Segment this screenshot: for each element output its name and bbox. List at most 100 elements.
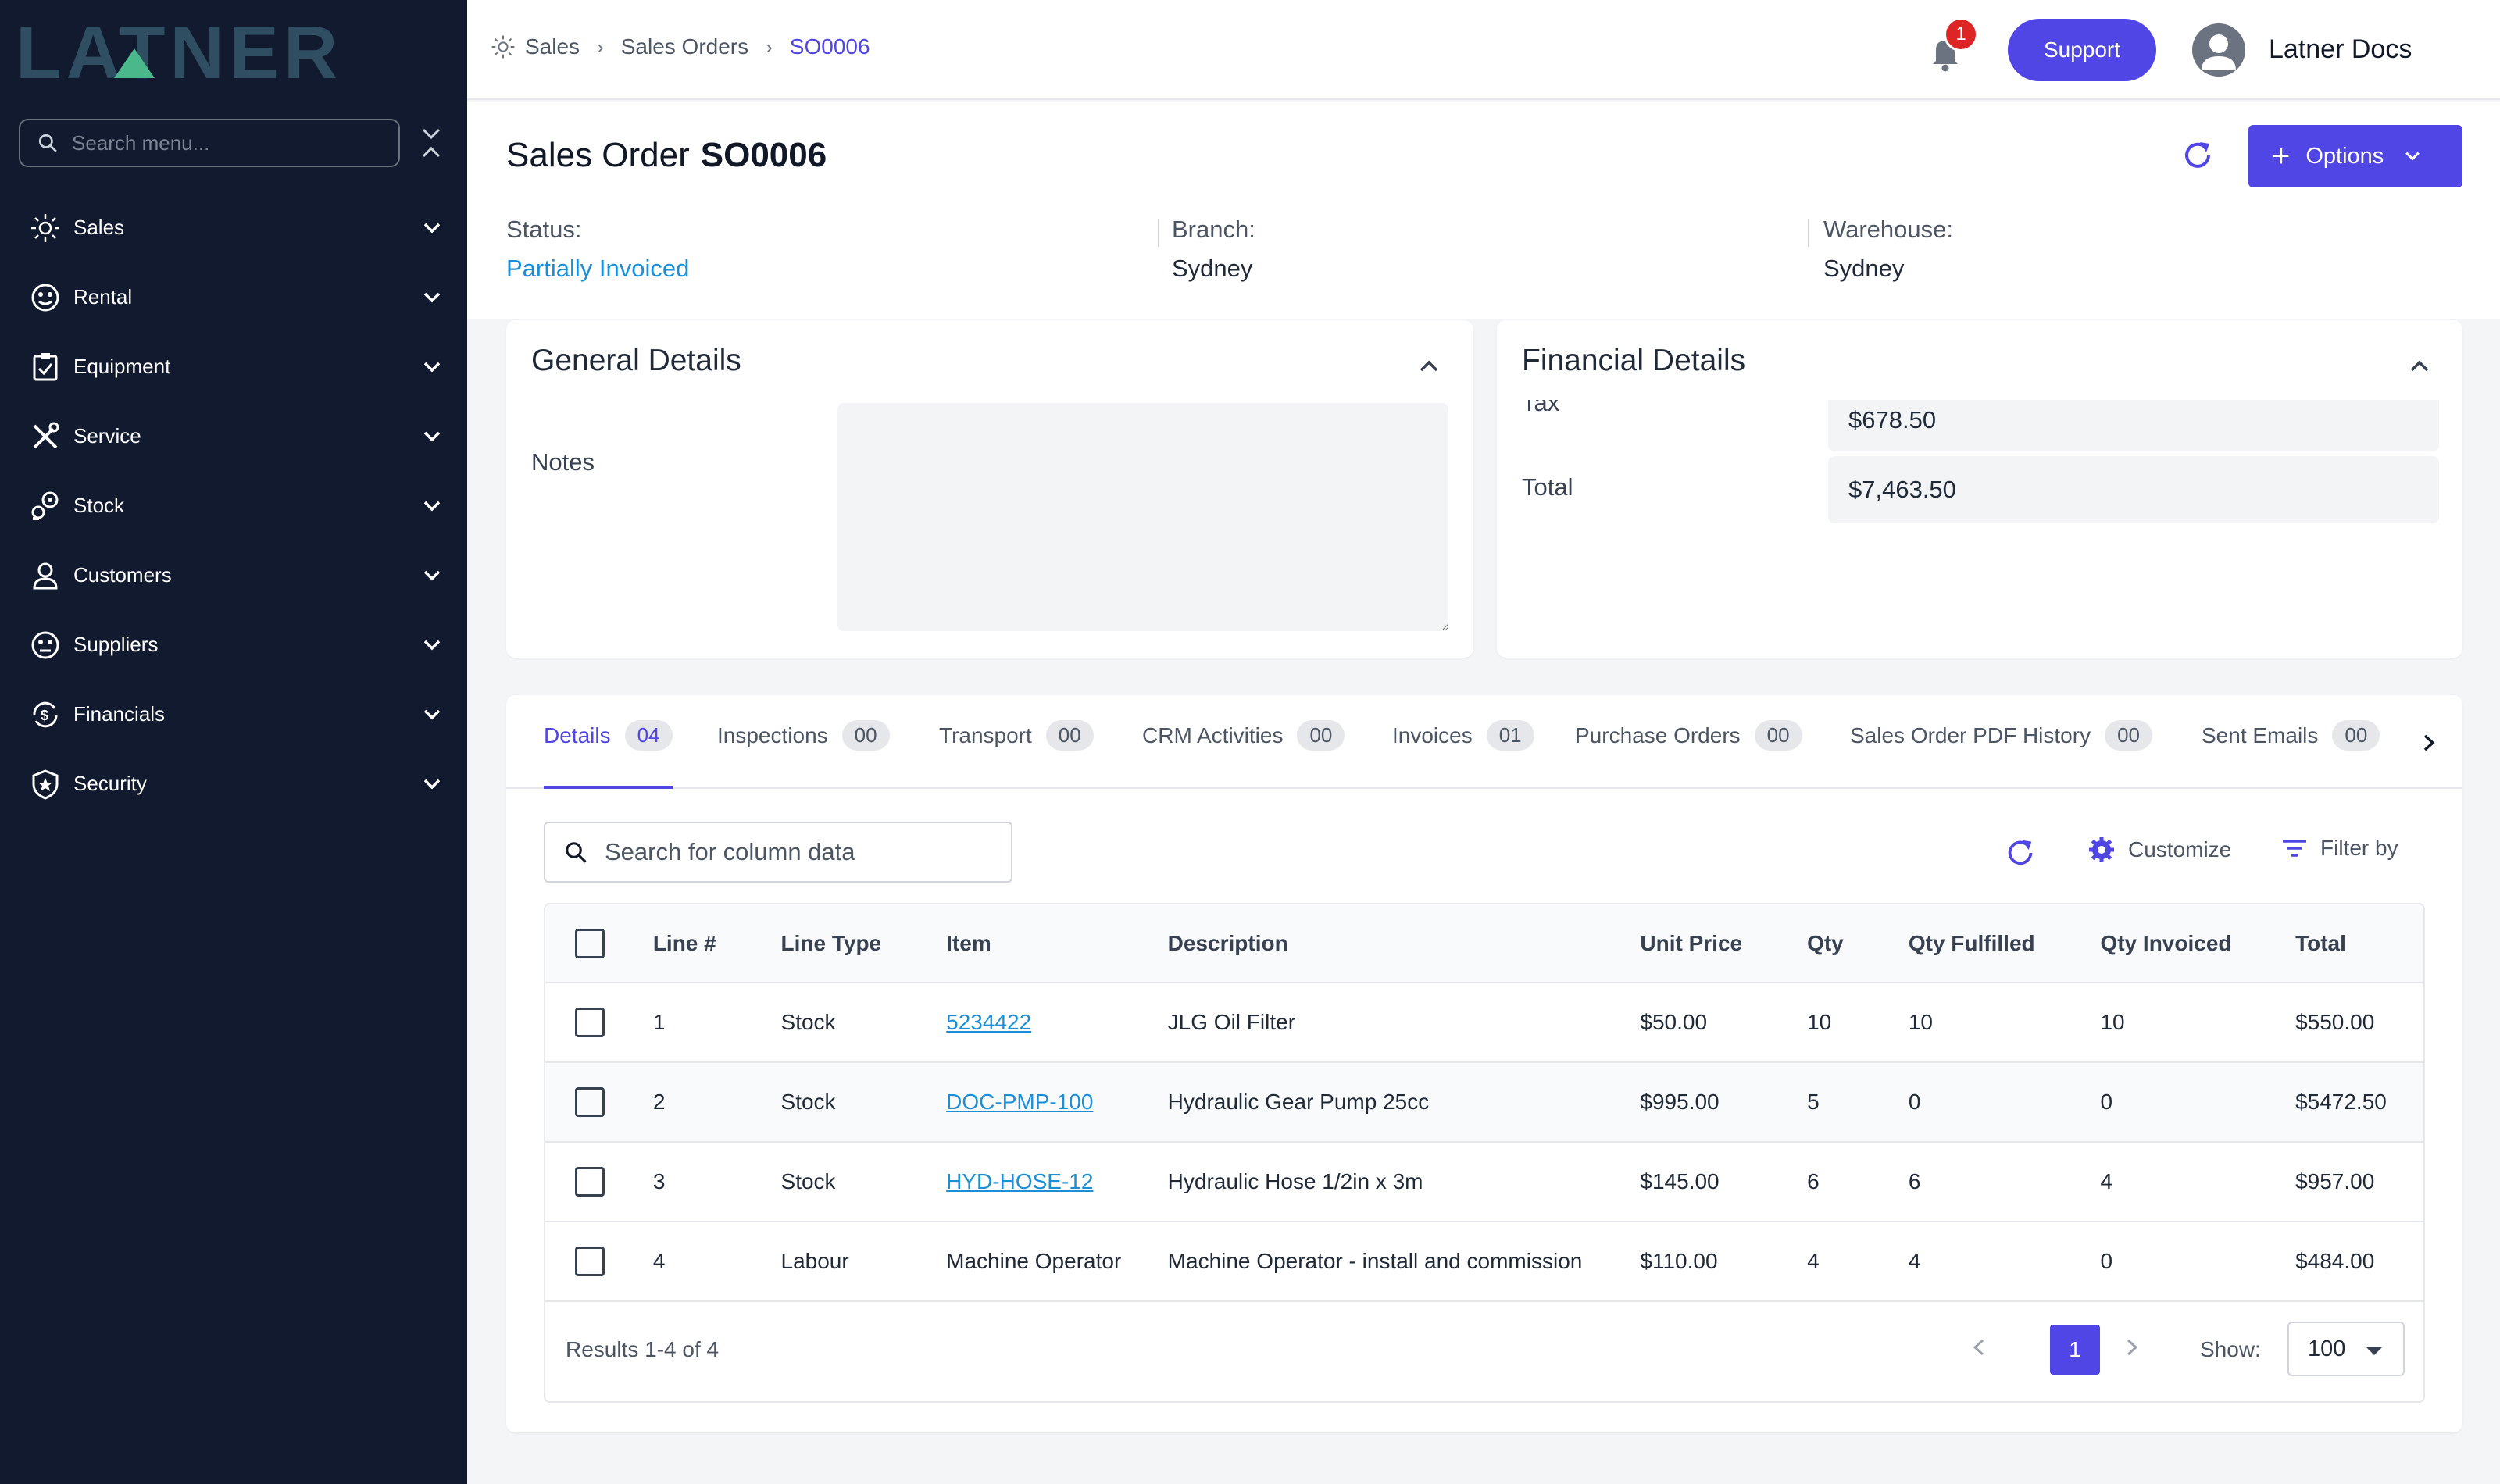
chevron-down-icon[interactable] — [420, 633, 444, 657]
sidebar-item-security[interactable]: Security — [0, 749, 467, 819]
item-link[interactable]: DOC-PMP-100 — [946, 1090, 1093, 1114]
options-button[interactable]: + Options — [2248, 125, 2462, 187]
sidebar-item-rental[interactable]: Rental — [0, 262, 467, 332]
chevron-right-icon: › — [766, 34, 773, 59]
column-header[interactable]: Line Type — [780, 904, 947, 983]
row-checkbox[interactable] — [575, 1008, 605, 1037]
table-row[interactable]: 3 Stock HYD-HOSE-12 Hydraulic Hose 1/2in… — [545, 1142, 2423, 1222]
refresh-icon[interactable] — [2180, 137, 2216, 173]
filter-button[interactable]: Filter by — [2281, 836, 2398, 861]
menu-search-box — [19, 119, 400, 167]
chevron-down-icon[interactable] — [420, 494, 444, 518]
warehouse-field: Warehouse: Sydney — [1823, 216, 1953, 283]
financial-details-panel: Tax $678.50 Financial Details Total $7,4… — [1497, 320, 2462, 658]
tab-transport[interactable]: Transport 00 — [939, 720, 1094, 789]
menu-search-input[interactable] — [72, 130, 369, 155]
tab-sales-order-pdf-history[interactable]: Sales Order PDF History 00 — [1850, 720, 2152, 789]
breadcrumb-sales-orders[interactable]: Sales Orders — [621, 34, 748, 59]
user-name[interactable]: Latner Docs — [2269, 34, 2412, 65]
logo-text: LATNER — [16, 16, 342, 86]
row-checkbox[interactable] — [575, 1247, 605, 1276]
tab-purchase-orders[interactable]: Purchase Orders 00 — [1575, 720, 1802, 789]
sidebar-item-sales[interactable]: Sales — [0, 193, 467, 262]
cell-qty-fulfilled: 6 — [1908, 1142, 2101, 1222]
row-checkbox[interactable] — [575, 1087, 605, 1117]
column-header[interactable]: Qty Invoiced — [2100, 904, 2296, 983]
cell-total: $957.00 — [2295, 1142, 2423, 1222]
cell-line: 2 — [652, 1062, 781, 1143]
cell-qty: 10 — [1807, 983, 1909, 1063]
avatar[interactable] — [2192, 23, 2245, 77]
collapse-arrows-icon[interactable] — [417, 125, 445, 161]
rental-icon — [28, 280, 62, 315]
column-header[interactable]: Total — [2295, 904, 2423, 983]
cell-type: Labour — [780, 1222, 947, 1302]
cell-qty-invoiced: 10 — [2100, 983, 2296, 1063]
tab-count: 00 — [1045, 720, 1094, 751]
column-header[interactable]: Qty Fulfilled — [1908, 904, 2101, 983]
column-header[interactable]: Description — [1167, 904, 1641, 983]
cell-line: 4 — [652, 1222, 781, 1302]
notes-textarea[interactable] — [838, 403, 1448, 631]
select-all-checkbox[interactable] — [575, 928, 605, 958]
tab-invoices[interactable]: Invoices 01 — [1392, 720, 1534, 789]
caret-down-icon — [2366, 1347, 2383, 1355]
tab-sent-emails[interactable]: Sent Emails 00 — [2202, 720, 2380, 789]
table-header-row: Line # Line Type Item Description Unit P… — [545, 904, 2423, 983]
column-header[interactable]: Unit Price — [1640, 904, 1808, 983]
chevron-down-icon[interactable] — [420, 286, 444, 309]
refresh-icon[interactable] — [2003, 836, 2038, 870]
page-size-select[interactable]: 100 — [2288, 1322, 2405, 1376]
results-count: Results 1-4 of 4 — [566, 1337, 720, 1361]
tab-count: 00 — [1297, 720, 1345, 751]
chevron-up-icon[interactable] — [1416, 353, 1442, 380]
column-header[interactable]: Line # — [652, 904, 781, 983]
support-button[interactable]: Support — [2008, 19, 2156, 81]
chevron-down-icon[interactable] — [420, 425, 444, 448]
table-row[interactable]: 1 Stock 5234422 JLG Oil Filter $50.00 10… — [545, 983, 2423, 1063]
latner-logo[interactable]: LATNER — [16, 16, 438, 86]
chevron-right-icon[interactable] — [2120, 1334, 2144, 1361]
chevron-left-icon[interactable] — [1967, 1334, 1991, 1361]
sidebar-item-financials[interactable]: $ Financials — [0, 680, 467, 749]
item-link[interactable]: HYD-HOSE-12 — [946, 1169, 1093, 1193]
tab-label: Inspections — [717, 723, 828, 747]
shield-icon — [28, 767, 62, 801]
chevron-down-icon[interactable] — [420, 703, 444, 726]
tab-count: 00 — [1754, 720, 1802, 751]
row-checkbox[interactable] — [575, 1167, 605, 1197]
cell-total: $484.00 — [2295, 1222, 2423, 1302]
notes-label: Notes — [531, 448, 595, 476]
tab-details[interactable]: Details 04 — [544, 720, 673, 789]
chevron-down-icon[interactable] — [420, 564, 444, 587]
chevron-down-icon[interactable] — [420, 355, 444, 379]
sidebar-item-service[interactable]: Service — [0, 401, 467, 471]
item-link[interactable]: 5234422 — [946, 1010, 1031, 1034]
chevron-down-icon[interactable] — [420, 772, 444, 796]
column-header[interactable]: Item — [946, 904, 1168, 983]
tab-inspections[interactable]: Inspections 00 — [717, 720, 890, 789]
tab-bar: Details 04 Inspections 00 Transport 00 CRM … — [506, 695, 2462, 789]
chevron-right-icon[interactable] — [2417, 730, 2441, 756]
column-header[interactable]: Qty — [1807, 904, 1909, 983]
sidebar-item-suppliers[interactable]: Suppliers — [0, 610, 467, 680]
warehouse-value: Sydney — [1823, 255, 1905, 282]
order-header: Sales Order SO0006 + Options Status: Part… — [467, 102, 2500, 319]
cell-item: Machine Operator — [946, 1222, 1168, 1302]
status-label: Status: — [506, 216, 582, 243]
breadcrumb-sales[interactable]: Sales — [525, 34, 580, 59]
page-button[interactable]: 1 — [2050, 1325, 2100, 1375]
tab-crm-activities[interactable]: CRM Activities 00 — [1142, 720, 1345, 789]
table-row[interactable]: 4 Labour Machine Operator Machine Operat… — [545, 1222, 2423, 1302]
chevron-down-icon[interactable] — [420, 216, 444, 240]
table-row[interactable]: 2 Stock DOC-PMP-100 Hydraulic Gear Pump … — [545, 1062, 2423, 1143]
sidebar-item-stock[interactable]: Stock — [0, 471, 467, 540]
customize-button[interactable]: Customize — [2088, 836, 2231, 864]
svg-text:$: $ — [41, 708, 48, 723]
chevron-up-icon[interactable] — [2406, 353, 2433, 380]
sidebar-item-customers[interactable]: Customers — [0, 540, 467, 610]
sidebar-item-equipment[interactable]: Equipment — [0, 332, 467, 401]
column-search-box — [544, 822, 1012, 883]
general-details-panel: General Details Notes — [506, 320, 1473, 658]
column-search-input[interactable] — [605, 838, 995, 866]
